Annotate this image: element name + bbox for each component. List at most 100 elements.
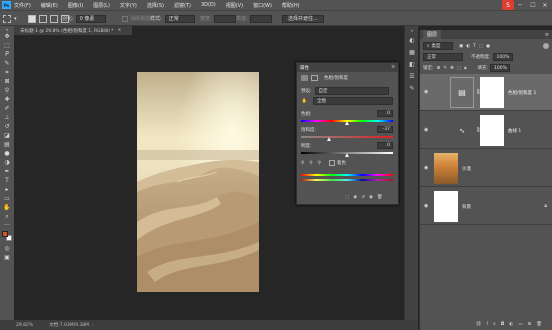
collapse-icon[interactable]: « (405, 26, 419, 34)
path-select-icon[interactable]: ▸ (0, 185, 14, 194)
fill-input[interactable]: 100% (490, 64, 511, 72)
layer-row[interactable]: ◉ 沙漠 (420, 150, 552, 187)
add-mask-icon[interactable]: ◘ (501, 322, 510, 327)
new-group-icon[interactable]: ▭ (518, 322, 527, 327)
antialias-checkbox[interactable] (122, 15, 128, 22)
properties-titlebar[interactable]: 属性 ≡ (297, 63, 398, 72)
close-icon[interactable]: ✕ (539, 0, 551, 10)
preset-select[interactable]: 自定 (314, 87, 389, 95)
style-select[interactable]: 正常 (164, 14, 195, 23)
hue-value[interactable]: 0 (377, 110, 393, 117)
layer-row[interactable]: ◉ ∿ ⛓ 曲线 1 (420, 112, 552, 149)
desert-photo[interactable] (137, 72, 259, 292)
saturation-slider[interactable] (301, 136, 393, 138)
delete-layer-icon[interactable]: 🗑︎ (536, 322, 547, 327)
layer-name[interactable]: 曲线 1 (508, 128, 521, 134)
layers-footer-buttons[interactable]: ⛓ fx ◘ ◐ ▭ ⊞ 🗑︎ (420, 319, 552, 329)
clip-to-layer-icon[interactable]: ⬚ (345, 195, 353, 200)
menu-image[interactable]: 图像(I) (68, 2, 83, 9)
menu-filter[interactable]: 滤镜(T) (174, 2, 191, 9)
zoom-level[interactable]: 29.82% (16, 323, 33, 328)
healing-brush-icon[interactable]: ✚ (0, 95, 14, 104)
delete-adjustment-icon[interactable]: 🗑︎ (377, 195, 387, 200)
move-tool-icon[interactable]: ✥ (0, 32, 14, 41)
filter-kind-select[interactable]: ⌕ 类型 (423, 42, 453, 50)
menu-window[interactable]: 窗口(W) (253, 2, 272, 9)
channel-select[interactable]: 全图 (313, 97, 393, 105)
hand-tool-icon[interactable]: ✋ (0, 203, 14, 212)
hand-adjust-icon[interactable]: ✋ (301, 99, 308, 104)
layer-name[interactable]: 沙漠 (462, 166, 471, 172)
zoom-tool-icon[interactable]: ⌕ (0, 212, 14, 221)
visibility-eye-icon[interactable]: ◉ (424, 165, 432, 171)
layer-mask-thumbnail[interactable] (480, 115, 504, 146)
gradient-tool-icon[interactable]: ▤ (0, 140, 14, 149)
menu-select[interactable]: 选择(S) (147, 2, 164, 9)
foreground-color-swatch[interactable] (2, 231, 8, 237)
menu-3d[interactable]: 3D(D) (201, 2, 216, 8)
color-panel-icon[interactable]: ◐ (405, 34, 419, 46)
quick-mask-icon[interactable]: ◎ (0, 244, 14, 253)
eraser-tool-icon[interactable]: ◪ (0, 131, 14, 140)
visibility-eye-icon[interactable]: ◉ (424, 89, 432, 95)
width-input[interactable] (213, 14, 236, 23)
blend-mode-select[interactable]: 正常 (423, 53, 463, 61)
colorize-checkbox[interactable] (328, 160, 335, 166)
toggle-visibility-icon[interactable]: ◉ (369, 195, 377, 200)
lock-icon[interactable]: 🔒︎ (544, 203, 547, 209)
brush-tool-icon[interactable]: ✐ (0, 104, 14, 113)
select-and-mask-button[interactable]: 选择并遮住... (282, 14, 324, 23)
tab-layers[interactable]: 图层 (423, 30, 442, 39)
panel-menu-icon[interactable]: ≡ (545, 32, 549, 38)
lock-icons[interactable]: ⊞✎✥⬚🔒︎ (437, 65, 470, 71)
link-layers-icon[interactable]: ⛓ (476, 322, 487, 327)
minimize-icon[interactable]: ─ (514, 0, 526, 10)
view-previous-icon[interactable]: ◉ (353, 195, 361, 200)
status-arrow-icon[interactable]: › (92, 323, 94, 328)
panel-menu-icon[interactable]: ≡ (391, 65, 395, 70)
saturation-value[interactable]: -37 (377, 126, 393, 133)
menu-layer[interactable]: 图层(L) (93, 2, 110, 9)
height-input[interactable] (249, 14, 272, 23)
layer-style-icon[interactable]: fx (486, 322, 500, 327)
adjustments-panel-icon[interactable]: ◧ (405, 58, 419, 70)
document-tab[interactable]: 未标题-1 @ 29.8% (色相/饱和度 1, RGB/8) * × (14, 26, 132, 35)
new-adjustment-icon[interactable]: ◐ (509, 322, 518, 327)
hue-slider-knob[interactable] (344, 121, 349, 125)
frame-tool-icon[interactable]: ⊠ (0, 77, 14, 86)
mask-icon[interactable] (311, 75, 318, 81)
eyedropper-icon[interactable]: ⚲ (301, 161, 304, 166)
pen-tool-icon[interactable]: ✒ (0, 167, 14, 176)
more-tools-icon[interactable]: ··· (0, 221, 14, 230)
maximize-icon[interactable]: ☐ (527, 0, 539, 10)
lasso-tool-icon[interactable]: ᑭ (0, 50, 14, 59)
menu-help[interactable]: 帮助(H) (282, 2, 300, 9)
saturation-slider-knob[interactable] (327, 137, 332, 141)
reset-icon[interactable]: ↺ (361, 195, 369, 200)
properties-panel-icon[interactable]: ☰ (405, 70, 419, 82)
brush-panel-icon[interactable]: ✎ (405, 82, 419, 94)
marquee-tool-icon[interactable]: ⬚ (0, 41, 14, 50)
color-swatches[interactable] (0, 230, 14, 244)
eyedropper-subtract-icon[interactable]: ⚲ (318, 161, 321, 166)
menu-view[interactable]: 视图(V) (226, 2, 243, 9)
menu-file[interactable]: 文件(F) (14, 2, 31, 9)
visibility-eye-icon[interactable]: ◉ (424, 203, 432, 209)
screen-mode-icon[interactable]: ▣ (0, 253, 14, 262)
dodge-tool-icon[interactable]: ◑ (0, 158, 14, 167)
layer-thumbnail[interactable] (434, 153, 458, 184)
layer-name[interactable]: 色相/饱和度 1 (508, 90, 536, 96)
feather-input[interactable]: 0 像素 (75, 14, 106, 23)
filter-toggle[interactable] (543, 43, 549, 49)
crop-tool-icon[interactable]: ⌗ (0, 68, 14, 77)
layer-name[interactable]: 背景 (462, 204, 471, 210)
menu-edit[interactable]: 编辑(E) (41, 2, 58, 9)
lightness-value[interactable]: 0 (377, 142, 393, 149)
layer-row[interactable]: ◉ 背景 🔒︎ (420, 188, 552, 225)
new-layer-icon[interactable]: ⊞ (528, 322, 537, 327)
lightness-slider-knob[interactable] (344, 153, 349, 157)
ime-icon[interactable]: S (502, 0, 514, 10)
layer-row[interactable]: ◉ ▤ ⛓ 色相/饱和度 1 (420, 74, 552, 111)
blur-tool-icon[interactable]: ● (0, 149, 14, 158)
opacity-input[interactable]: 100% (492, 53, 513, 61)
